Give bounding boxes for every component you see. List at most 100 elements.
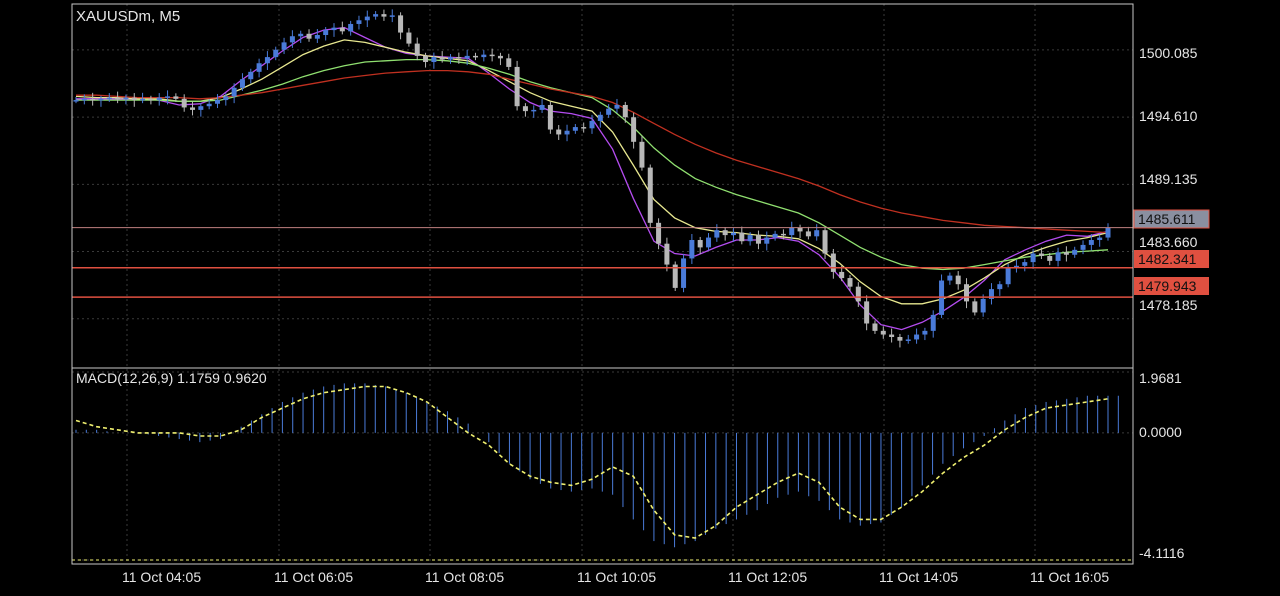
candle-body [922, 330, 928, 335]
candle-body [639, 141, 645, 168]
candle-body [589, 120, 595, 129]
candle-body [722, 230, 728, 236]
candle-body [556, 129, 562, 135]
candle-body [514, 66, 520, 107]
candle-body [323, 30, 329, 36]
candle-body [830, 253, 836, 272]
candle-body [373, 14, 379, 17]
candle-body [398, 15, 404, 33]
level-tag-value: 1479.943 [1138, 278, 1197, 294]
macd-axis-label: 0.0000 [1139, 424, 1182, 440]
candle-body [1105, 227, 1111, 238]
candle-body [631, 117, 637, 142]
candle-body [356, 20, 362, 24]
candle-body [772, 233, 778, 238]
macd-label: MACD(12,26,9) 1.1759 0.9620 [76, 370, 267, 386]
trading-chart-window[interactable]: XAUUSDm, M5 MACD(12,26,9) 1.1759 0.9620 … [0, 0, 1280, 591]
candle-body [115, 97, 121, 100]
candle-body [314, 35, 320, 39]
candle-body [90, 98, 96, 101]
candle-body [431, 57, 437, 63]
candle-body [780, 233, 786, 236]
price-axis-label: 1500.085 [1139, 45, 1198, 61]
candle-body [306, 33, 312, 39]
candle-body [889, 334, 895, 337]
time-axis-label: 11 Oct 16:05 [1030, 569, 1109, 585]
candle-body [681, 258, 687, 288]
candle-body [864, 301, 870, 324]
candle-body [148, 98, 154, 101]
candle-body [256, 63, 262, 72]
candle-body [281, 42, 287, 50]
candle-body [597, 114, 603, 121]
candle-body [1080, 244, 1086, 250]
candle-body [173, 96, 179, 99]
candle-body [531, 109, 537, 112]
price-chart[interactable]: XAUUSDm, M5 MACD(12,26,9) 1.1759 0.9620 … [0, 0, 1280, 591]
candle-body [689, 240, 695, 259]
candle-body [264, 57, 270, 64]
candle-body [123, 97, 129, 100]
candle-body [489, 54, 495, 57]
level-tag-value: 1482.341 [1138, 251, 1197, 267]
candle-body [614, 104, 620, 109]
candle-body [656, 222, 662, 244]
candle-body [423, 55, 429, 63]
candle-body [547, 104, 553, 130]
candle-body [730, 232, 736, 236]
candle-body [647, 167, 653, 223]
candle-body [506, 58, 512, 67]
candle-body [481, 54, 487, 58]
candle-body [1072, 249, 1078, 255]
candle-body [439, 57, 445, 60]
candle-body [872, 323, 878, 331]
candle-body [706, 237, 712, 248]
candle-body [206, 103, 212, 107]
candle-body [1097, 237, 1103, 241]
candle-body [964, 284, 970, 302]
current-price-value: 1485.611 [1138, 211, 1196, 227]
candle-body [880, 330, 886, 335]
candle-body [747, 235, 753, 242]
candle-body [755, 235, 761, 244]
candle-body [472, 55, 478, 58]
candle-body [539, 104, 545, 110]
price-axis-label: 1483.660 [1139, 234, 1198, 250]
candle-body [972, 301, 978, 313]
candle-body [897, 336, 903, 341]
time-axis-label: 11 Oct 06:05 [274, 569, 353, 585]
candle-body [406, 32, 412, 44]
candle-body [905, 339, 911, 341]
macd-axis-label: 1.9681 [1139, 370, 1182, 386]
candle-body [522, 106, 528, 112]
candle-body [1047, 255, 1053, 261]
candle-body [331, 27, 337, 31]
candle-body [98, 98, 104, 101]
symbol-label: XAUUSDm, M5 [76, 8, 180, 25]
candle-body [1063, 252, 1069, 255]
candle-body [847, 278, 853, 287]
candle-body [1038, 253, 1044, 256]
candle-body [930, 314, 936, 331]
candle-body [855, 286, 861, 302]
candle-body [606, 108, 612, 115]
candle-body [381, 14, 387, 17]
candle-body [156, 97, 162, 101]
candle-body [456, 57, 462, 59]
time-axis-label: 11 Oct 08:05 [425, 569, 504, 585]
candle-body [497, 55, 503, 59]
candle-body [73, 100, 79, 102]
candle-body [223, 96, 229, 101]
price-axis-label: 1489.135 [1139, 171, 1198, 187]
candle-body [1030, 253, 1036, 263]
candle-body [414, 43, 420, 56]
time-axis-label: 11 Oct 14:05 [879, 569, 958, 585]
candle-body [980, 298, 986, 313]
candle-body [739, 232, 745, 242]
candle-body [947, 275, 953, 281]
candle-body [797, 227, 803, 232]
candle-body [564, 130, 570, 135]
candle-body [106, 97, 112, 100]
candle-body [81, 98, 87, 101]
candle-body [822, 230, 828, 254]
